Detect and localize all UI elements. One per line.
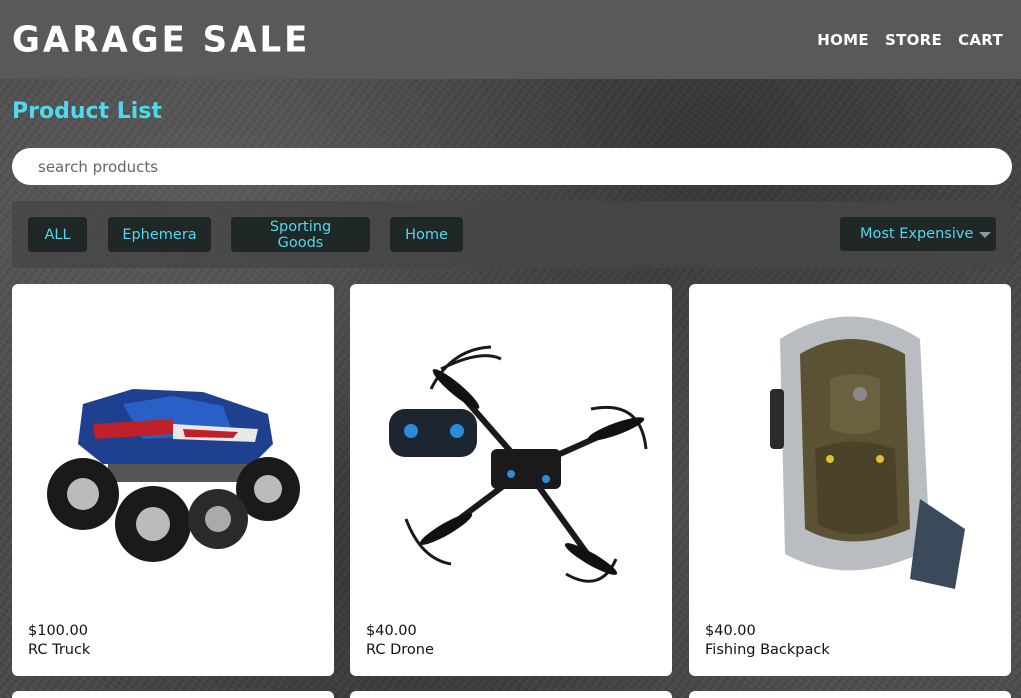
product-card[interactable] xyxy=(12,691,334,698)
product-card[interactable]: $40.00 Fishing Backpack xyxy=(689,284,1011,676)
rc-truck-image xyxy=(12,284,334,614)
sort-selected-label: Most Expensive xyxy=(860,226,974,242)
product-name: RC Truck xyxy=(28,642,91,658)
chevron-down-icon xyxy=(979,232,991,238)
nav-links: HOME STORE CART xyxy=(817,31,1009,49)
page-title: Product List xyxy=(12,99,162,124)
search-input[interactable] xyxy=(12,148,1012,185)
filter-home-button[interactable]: Home xyxy=(390,217,463,252)
filter-ephemera-button[interactable]: Ephemera xyxy=(108,217,211,252)
product-card[interactable] xyxy=(350,691,672,698)
product-name: Fishing Backpack xyxy=(705,642,830,658)
filter-sporting-goods-button[interactable]: Sporting Goods xyxy=(231,217,370,252)
nav-home-link[interactable]: HOME xyxy=(817,31,869,49)
sort-select[interactable]: Most Expensive xyxy=(840,217,996,251)
product-name: RC Drone xyxy=(366,642,434,658)
product-card[interactable]: $100.00 RC Truck xyxy=(12,284,334,676)
navbar: GARAGE SALE HOME STORE CART xyxy=(0,0,1021,79)
product-price: $100.00 xyxy=(28,623,88,639)
product-card[interactable] xyxy=(689,691,1011,698)
filter-bar: ALL Ephemera Sporting Goods Home Most Ex… xyxy=(12,201,1012,268)
filter-all-button[interactable]: ALL xyxy=(28,217,87,252)
product-price: $40.00 xyxy=(705,623,756,639)
backpack-image xyxy=(689,284,1011,614)
product-price: $40.00 xyxy=(366,623,417,639)
rc-drone-image xyxy=(350,284,672,614)
nav-store-link[interactable]: STORE xyxy=(885,31,942,49)
nav-cart-link[interactable]: CART xyxy=(958,31,1003,49)
brand-logo[interactable]: GARAGE SALE xyxy=(12,19,310,61)
product-card[interactable]: $40.00 RC Drone xyxy=(350,284,672,676)
